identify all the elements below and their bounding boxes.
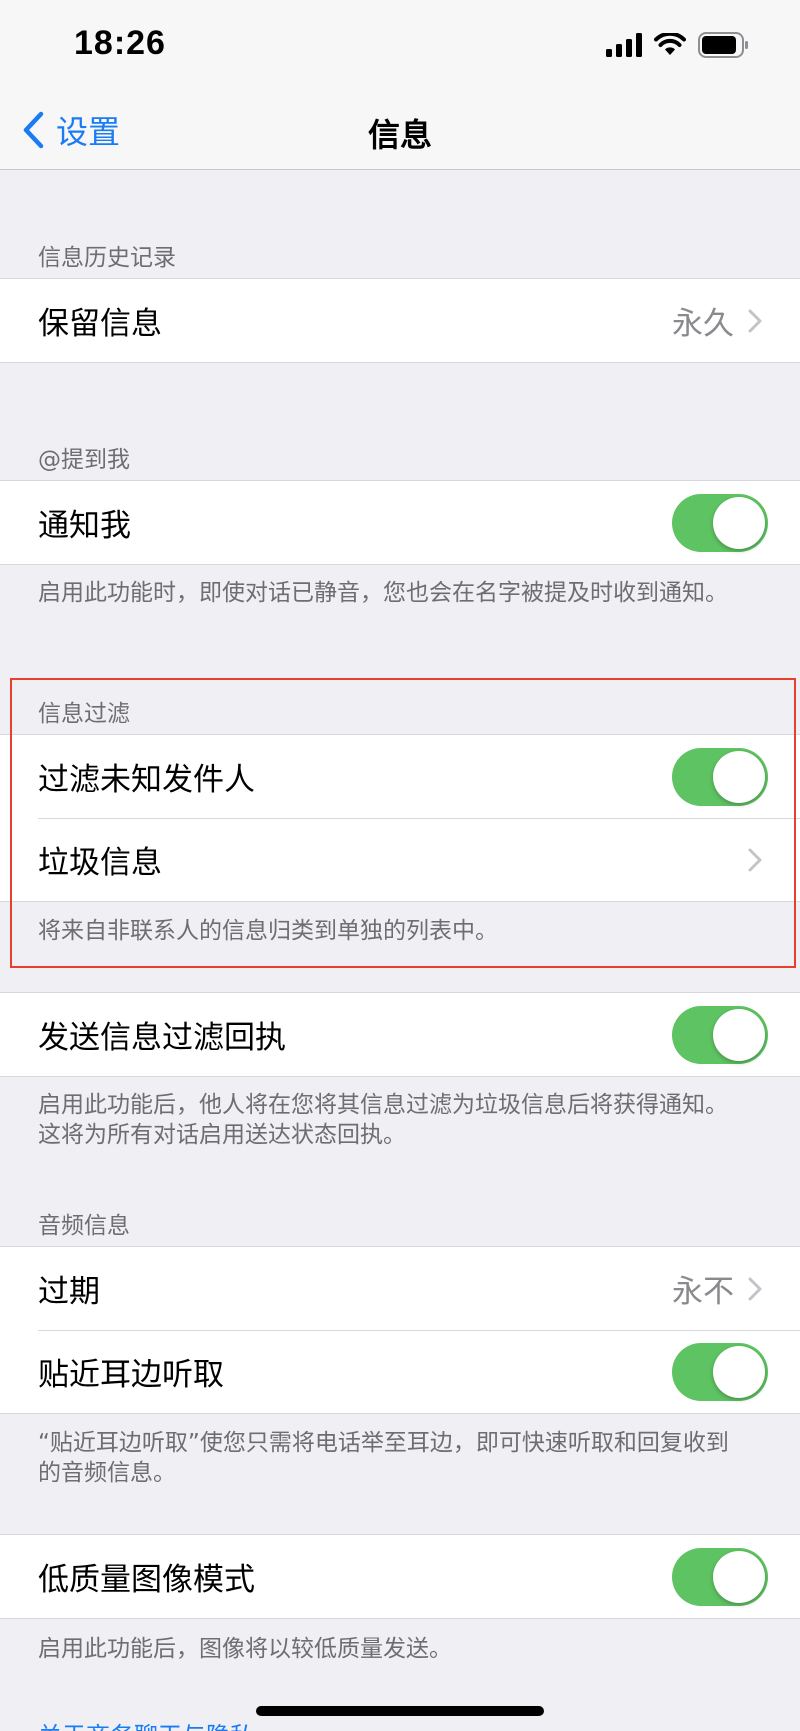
filter-unknown-toggle[interactable] bbox=[672, 747, 768, 806]
raise-to-listen-label: 贴近耳边听取 bbox=[38, 1357, 224, 1393]
cellular-signal-icon bbox=[606, 33, 642, 57]
navigation-bar: 设置 信息 bbox=[0, 90, 800, 170]
low-quality-row: 低质量图像模式 bbox=[0, 1535, 800, 1618]
page-title: 信息 bbox=[367, 116, 432, 154]
notify-me-label: 通知我 bbox=[38, 508, 131, 544]
home-indicator[interactable] bbox=[256, 1706, 544, 1716]
low-quality-label: 低质量图像模式 bbox=[38, 1562, 255, 1598]
group-history: 保留信息 永久 bbox=[0, 278, 800, 363]
group-filtering: 过滤未知发件人 垃圾信息 bbox=[0, 734, 800, 902]
low-quality-toggle[interactable] bbox=[672, 1547, 768, 1606]
chevron-right-icon bbox=[748, 1277, 762, 1300]
status-bar: 18:26 bbox=[0, 0, 800, 90]
status-time: 18:26 bbox=[74, 24, 166, 62]
status-icons bbox=[606, 30, 750, 60]
filter-unknown-row: 过滤未知发件人 bbox=[0, 735, 800, 818]
section-header-history: 信息历史记录 bbox=[38, 245, 176, 271]
section-header-mentions: @提到我 bbox=[38, 447, 130, 473]
chevron-right-icon bbox=[748, 848, 762, 871]
expire-row[interactable]: 过期 永不 bbox=[0, 1247, 800, 1330]
send-receipts-row: 发送信息过滤回执 bbox=[0, 993, 800, 1076]
low-quality-footnote: 启用此功能后，图像将以较低质量发送。 bbox=[38, 1636, 452, 1662]
junk-label: 垃圾信息 bbox=[38, 845, 162, 881]
junk-row[interactable]: 垃圾信息 bbox=[0, 818, 800, 901]
toggle-knob bbox=[713, 1550, 765, 1603]
expire-label: 过期 bbox=[38, 1274, 100, 1310]
expire-value: 永不 bbox=[672, 1274, 734, 1310]
chevron-right-icon bbox=[748, 309, 762, 332]
section-header-audio: 音频信息 bbox=[38, 1213, 130, 1239]
mentions-footnote: 启用此功能时，即使对话已静音，您也会在名字被提及时收到通知。 bbox=[38, 580, 728, 606]
raise-to-listen-row: 贴近耳边听取 bbox=[0, 1330, 800, 1413]
keep-messages-row[interactable]: 保留信息 永久 bbox=[0, 279, 800, 362]
receipts-footnote: 启用此功能后，他人将在您将其信息过滤为垃圾信息后将获得通知。这将为所有对话启用送… bbox=[38, 1092, 728, 1148]
keep-messages-label: 保留信息 bbox=[38, 306, 162, 342]
toggle-knob bbox=[713, 496, 765, 549]
filtering-footnote: 将来自非联系人的信息归类到单独的列表中。 bbox=[38, 918, 498, 944]
audio-footnote: “贴近耳边听取”使您只需将电话举至耳边，即可快速听取和回复收到的音频信息。 bbox=[38, 1430, 729, 1486]
group-mentions: 通知我 bbox=[0, 480, 800, 565]
toggle-knob bbox=[713, 1008, 765, 1061]
toggle-knob bbox=[713, 750, 765, 803]
notify-me-row: 通知我 bbox=[0, 481, 800, 564]
wifi-icon bbox=[654, 33, 686, 55]
notify-me-toggle[interactable] bbox=[672, 493, 768, 552]
group-low-quality: 低质量图像模式 bbox=[0, 1534, 800, 1619]
business-chat-privacy-link[interactable]: 关于商务聊天与隐私 bbox=[38, 1716, 254, 1731]
keep-messages-value: 永久 bbox=[672, 306, 734, 342]
battery-icon bbox=[698, 32, 748, 58]
send-receipts-toggle[interactable] bbox=[672, 1005, 768, 1064]
group-receipts: 发送信息过滤回执 bbox=[0, 992, 800, 1077]
section-header-filtering: 信息过滤 bbox=[38, 701, 130, 727]
group-audio: 过期 永不 贴近耳边听取 bbox=[0, 1246, 800, 1414]
send-receipts-label: 发送信息过滤回执 bbox=[38, 1020, 286, 1056]
filter-unknown-label: 过滤未知发件人 bbox=[38, 762, 255, 798]
raise-to-listen-toggle[interactable] bbox=[672, 1342, 768, 1401]
toggle-knob bbox=[713, 1345, 765, 1398]
